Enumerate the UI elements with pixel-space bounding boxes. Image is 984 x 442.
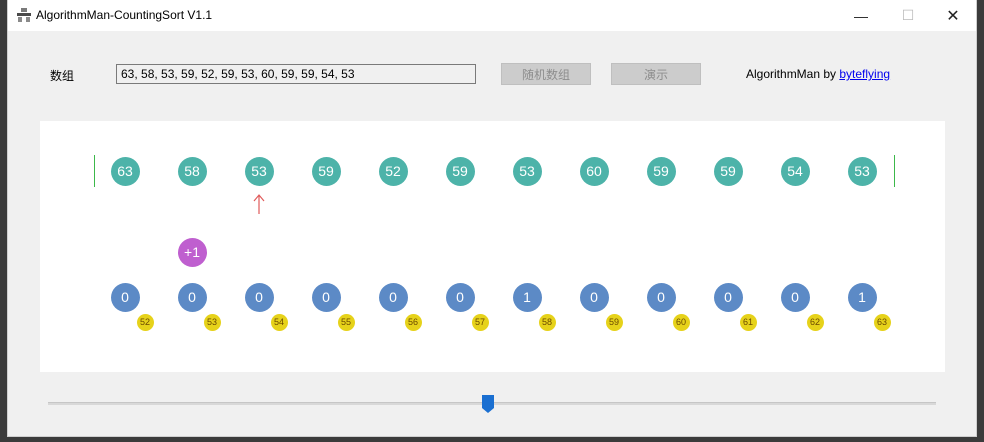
credit-text: AlgorithmMan by byteflying: [746, 67, 890, 81]
count-key-badge: 57: [471, 313, 489, 331]
increment-badge: +1: [177, 237, 207, 267]
credit-link[interactable]: byteflying: [839, 67, 890, 81]
array-input[interactable]: [116, 64, 476, 84]
input-value-circle: 53: [512, 156, 542, 186]
count-value-circle: 1: [512, 282, 542, 312]
input-value-circle: 53: [847, 156, 877, 186]
count-key-badge: 61: [739, 313, 757, 331]
count-key-badge: 63: [873, 313, 891, 331]
input-value-circle: 60: [579, 156, 609, 186]
app-window: AlgorithmMan-CountingSort V1.1 — ☐ ✕ 数组 …: [8, 0, 976, 436]
input-value-circle: 59: [713, 156, 743, 186]
count-key-badge: 56: [404, 313, 422, 331]
title-bar[interactable]: AlgorithmMan-CountingSort V1.1 — ☐ ✕: [8, 0, 976, 31]
count-value-circle: 1: [847, 282, 877, 312]
count-key-badge: 62: [806, 313, 824, 331]
count-key-badge: 59: [605, 313, 623, 331]
credit-prefix: AlgorithmMan by: [746, 67, 840, 81]
count-value-circle: 0: [713, 282, 743, 312]
maximize-button[interactable]: ☐: [885, 0, 931, 31]
count-value-circle: 0: [110, 282, 140, 312]
input-value-circle: 59: [445, 156, 475, 186]
count-key-badge: 52: [136, 313, 154, 331]
count-value-circle: 0: [780, 282, 810, 312]
slider-thumb[interactable]: [481, 395, 494, 413]
array-label: 数组: [50, 69, 75, 83]
input-value-circle: 52: [378, 156, 408, 186]
minimize-button[interactable]: —: [838, 0, 884, 31]
input-value-circle: 54: [780, 156, 810, 186]
input-value-circle: 53: [244, 156, 274, 186]
count-key-badge: 58: [538, 313, 556, 331]
input-value-circle: 59: [646, 156, 676, 186]
app-icon: [17, 8, 31, 22]
visualization-canvas: 63 58 53 59 52 59 53 60 59 59 54 53 +1 0 0 0 0 0 0 1 0 0 0 0 1…: [40, 121, 945, 372]
input-value-circle: 58: [177, 156, 207, 186]
count-key-badge: 60: [672, 313, 690, 331]
count-value-circle: 0: [445, 282, 475, 312]
count-value-circle: 0: [311, 282, 341, 312]
window-title: AlgorithmMan-CountingSort V1.1: [36, 8, 213, 22]
count-key-badge: 54: [270, 313, 288, 331]
count-value-circle: 0: [579, 282, 609, 312]
count-value-circle: 0: [378, 282, 408, 312]
right-boundary-bar: [894, 155, 895, 187]
count-key-badge: 53: [203, 313, 221, 331]
count-value-circle: 0: [177, 282, 207, 312]
demo-button[interactable]: 演示: [611, 63, 701, 85]
close-button[interactable]: ✕: [930, 0, 976, 31]
count-value-circle: 0: [646, 282, 676, 312]
random-array-button[interactable]: 随机数组: [501, 63, 591, 85]
count-key-badge: 55: [337, 313, 355, 331]
input-value-circle: 63: [110, 156, 140, 186]
input-value-circle: 59: [311, 156, 341, 186]
left-boundary-bar: [94, 155, 95, 187]
current-pointer-arrow-icon: [253, 194, 265, 214]
count-value-circle: 0: [244, 282, 274, 312]
